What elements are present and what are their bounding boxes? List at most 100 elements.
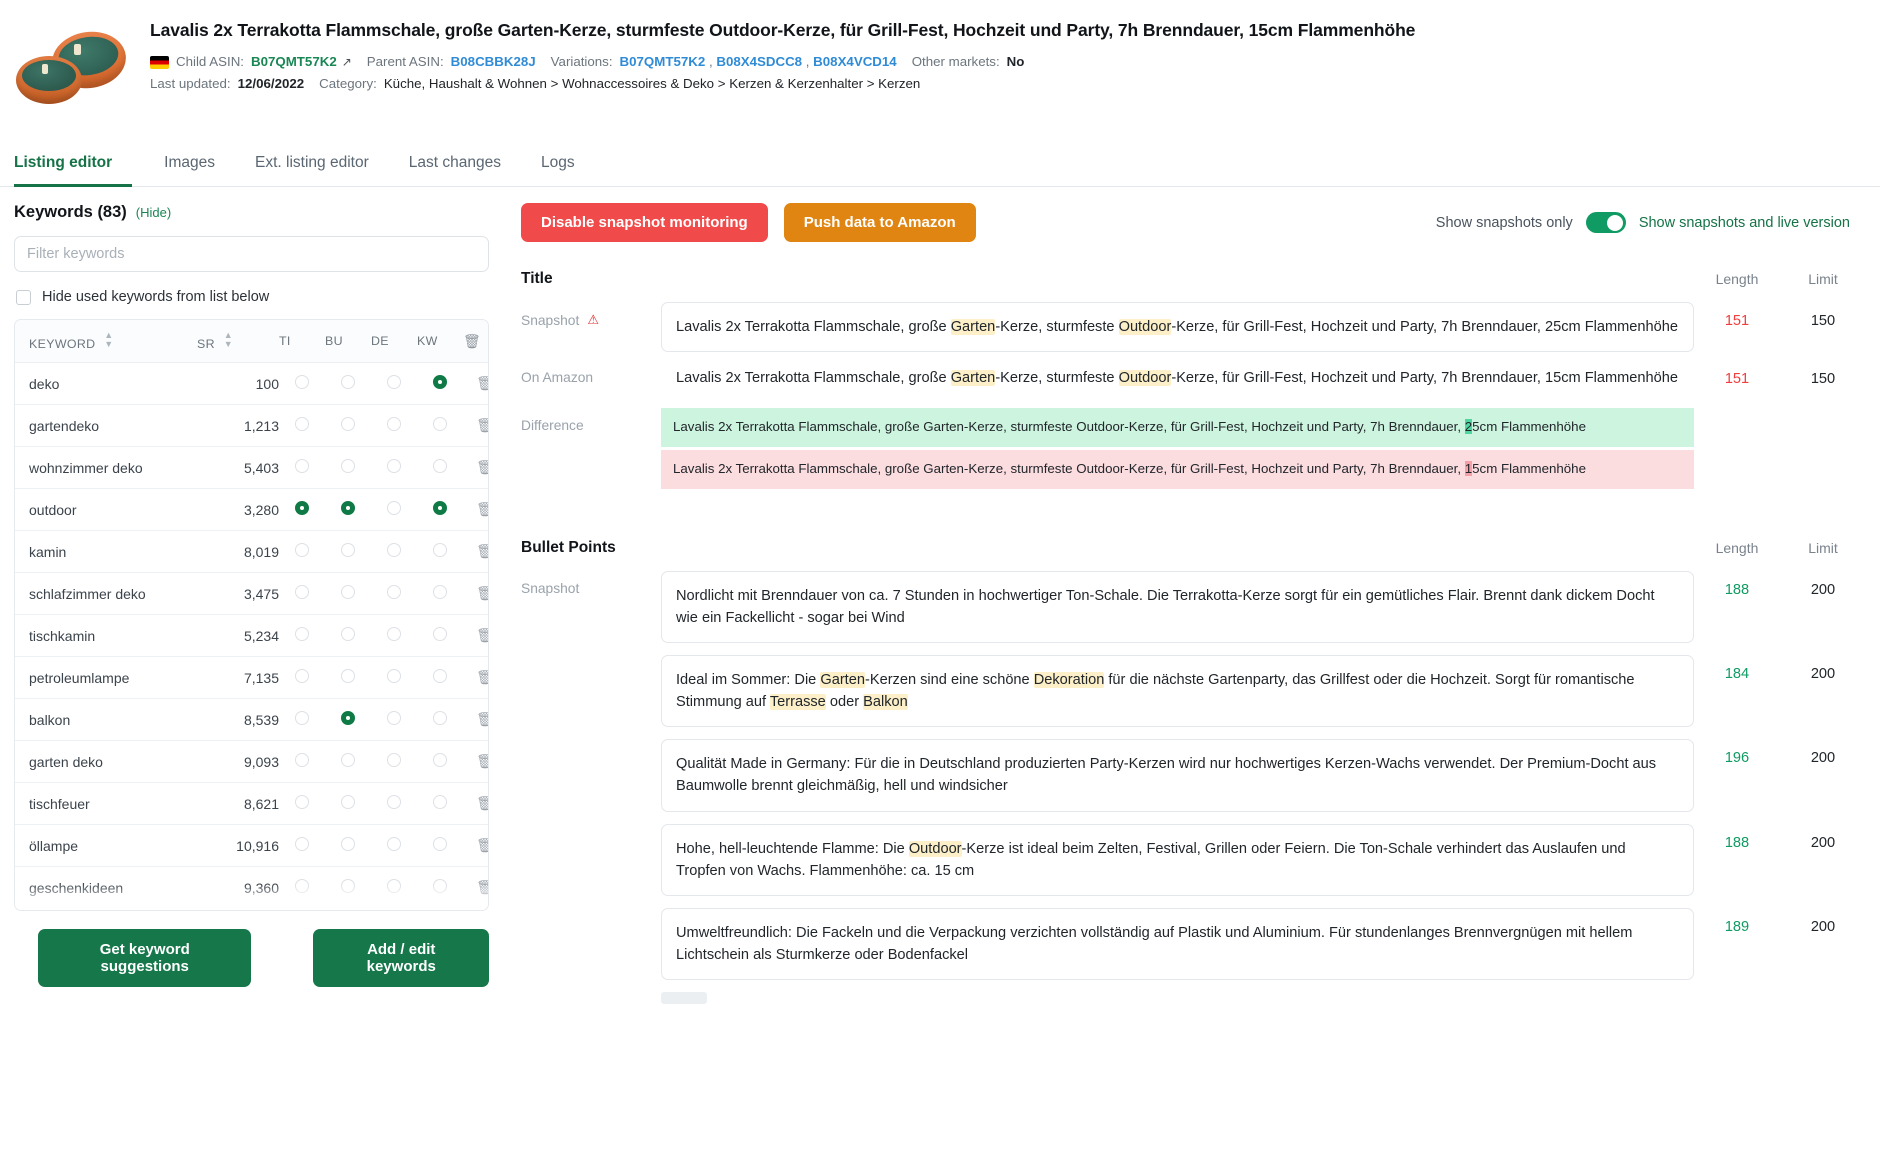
bu-toggle[interactable] bbox=[325, 572, 371, 615]
bu-toggle-radio[interactable] bbox=[341, 501, 355, 515]
trash-icon[interactable]: 🗑︎ bbox=[476, 543, 488, 559]
title-snapshot-field[interactable]: Lavalis 2x Terrakotta Flammschale, große… bbox=[661, 302, 1694, 353]
delete-keyword-button[interactable]: 🗑︎ bbox=[463, 572, 488, 615]
kw-toggle[interactable] bbox=[417, 908, 463, 910]
kw-toggle[interactable] bbox=[417, 740, 463, 783]
trash-icon[interactable]: 🗑︎ bbox=[476, 627, 488, 643]
disable-snapshot-monitoring-button[interactable]: Disable snapshot monitoring bbox=[521, 203, 768, 242]
trash-icon[interactable]: 🗑︎ bbox=[476, 375, 488, 391]
de-toggle[interactable] bbox=[371, 614, 417, 657]
kw-toggle-radio[interactable] bbox=[433, 627, 447, 641]
bullet-point-field[interactable]: Nordlicht mit Brenndauer von ca. 7 Stund… bbox=[661, 570, 1694, 643]
delete-keyword-button[interactable]: 🗑︎ bbox=[463, 530, 488, 573]
child-asin-link[interactable]: B07QMT57K2 bbox=[251, 51, 337, 74]
ti-toggle[interactable] bbox=[279, 698, 325, 741]
column-header-keyword[interactable]: KEYWORD ▲ ▼ bbox=[15, 320, 197, 363]
ti-toggle[interactable] bbox=[279, 614, 325, 657]
delete-keyword-button[interactable]: 🗑︎ bbox=[463, 698, 488, 741]
bu-toggle-radio[interactable] bbox=[341, 375, 355, 389]
filter-keywords-input[interactable] bbox=[14, 236, 489, 272]
kw-toggle-radio[interactable] bbox=[433, 669, 447, 683]
kw-toggle-radio[interactable] bbox=[433, 795, 447, 809]
ti-toggle[interactable] bbox=[279, 404, 325, 447]
column-header-sr[interactable]: SR ▲ ▼ bbox=[197, 320, 279, 363]
sort-arrows-icon[interactable]: ▲ ▼ bbox=[104, 331, 113, 349]
bu-toggle[interactable] bbox=[325, 530, 371, 573]
ti-toggle[interactable] bbox=[279, 446, 325, 489]
parent-asin-link[interactable]: B08CBBK28J bbox=[451, 51, 536, 74]
ti-toggle[interactable] bbox=[279, 866, 325, 909]
ti-toggle-radio[interactable] bbox=[295, 627, 309, 641]
trash-icon[interactable]: 🗑︎ bbox=[476, 879, 488, 895]
bu-toggle-radio[interactable] bbox=[341, 459, 355, 473]
de-toggle-radio[interactable] bbox=[387, 837, 401, 851]
de-toggle[interactable] bbox=[371, 362, 417, 405]
bu-toggle[interactable] bbox=[325, 866, 371, 909]
ti-toggle-radio[interactable] bbox=[295, 879, 309, 893]
de-toggle[interactable] bbox=[371, 824, 417, 867]
trash-icon[interactable]: 🗑︎ bbox=[476, 837, 488, 853]
bu-toggle[interactable] bbox=[325, 740, 371, 783]
kw-toggle[interactable] bbox=[417, 488, 463, 531]
bu-toggle[interactable] bbox=[325, 908, 371, 910]
ti-toggle-radio[interactable] bbox=[295, 417, 309, 431]
de-toggle[interactable] bbox=[371, 488, 417, 531]
bu-toggle[interactable] bbox=[325, 404, 371, 447]
bullet-point-field[interactable]: Qualität Made in Germany: Für die in Deu… bbox=[661, 739, 1694, 812]
ti-toggle-radio[interactable] bbox=[295, 669, 309, 683]
de-toggle-radio[interactable] bbox=[387, 711, 401, 725]
de-toggle-radio[interactable] bbox=[387, 375, 401, 389]
ti-toggle[interactable] bbox=[279, 572, 325, 615]
ti-toggle-radio[interactable] bbox=[295, 375, 309, 389]
trash-icon[interactable]: 🗑︎ bbox=[476, 711, 488, 727]
delete-keyword-button[interactable]: 🗑︎ bbox=[463, 614, 488, 657]
kw-toggle[interactable] bbox=[417, 782, 463, 825]
de-toggle[interactable] bbox=[371, 572, 417, 615]
tab-listing-editor[interactable]: Listing editor bbox=[14, 144, 133, 187]
keywords-hide-link[interactable]: (Hide) bbox=[136, 205, 171, 220]
get-keyword-suggestions-button[interactable]: Get keyword suggestions bbox=[38, 929, 252, 987]
ti-toggle-radio[interactable] bbox=[295, 711, 309, 725]
bullet-point-field[interactable]: Umweltfreundlich: Die Fackeln und die Ve… bbox=[661, 907, 1694, 981]
de-toggle-radio[interactable] bbox=[387, 543, 401, 557]
bu-toggle-radio[interactable] bbox=[341, 837, 355, 851]
de-toggle[interactable] bbox=[371, 404, 417, 447]
bu-toggle[interactable] bbox=[325, 614, 371, 657]
bu-toggle-radio[interactable] bbox=[341, 627, 355, 641]
delete-keyword-button[interactable]: 🗑︎ bbox=[463, 362, 488, 405]
kw-toggle-radio[interactable] bbox=[433, 375, 447, 389]
bu-toggle-radio[interactable] bbox=[341, 585, 355, 599]
variation-link-1[interactable]: B07QMT57K2 bbox=[620, 51, 706, 74]
kw-toggle-radio[interactable] bbox=[433, 711, 447, 725]
bu-toggle[interactable] bbox=[325, 446, 371, 489]
delete-keyword-button[interactable]: 🗑︎ bbox=[463, 488, 488, 531]
ti-toggle-radio[interactable] bbox=[295, 543, 309, 557]
delete-keyword-button[interactable]: 🗑︎ bbox=[463, 824, 488, 867]
bu-toggle[interactable] bbox=[325, 656, 371, 699]
kw-toggle[interactable] bbox=[417, 614, 463, 657]
ti-toggle[interactable] bbox=[279, 824, 325, 867]
tab-ext-listing-editor[interactable]: Ext. listing editor bbox=[235, 144, 389, 187]
kw-toggle-radio[interactable] bbox=[433, 837, 447, 851]
de-toggle[interactable] bbox=[371, 698, 417, 741]
bu-toggle-radio[interactable] bbox=[341, 879, 355, 893]
delete-keyword-button[interactable]: 🗑︎ bbox=[463, 782, 488, 825]
ti-toggle[interactable] bbox=[279, 656, 325, 699]
external-link-icon[interactable]: ↗︎ bbox=[342, 52, 352, 72]
bu-toggle-radio[interactable] bbox=[341, 711, 355, 725]
bu-toggle[interactable] bbox=[325, 824, 371, 867]
de-toggle[interactable] bbox=[371, 530, 417, 573]
kw-toggle-radio[interactable] bbox=[433, 753, 447, 767]
kw-toggle-radio[interactable] bbox=[433, 585, 447, 599]
delete-keyword-button[interactable]: 🗑︎ bbox=[463, 404, 488, 447]
bu-toggle-radio[interactable] bbox=[341, 543, 355, 557]
ti-toggle[interactable] bbox=[279, 488, 325, 531]
bu-toggle[interactable] bbox=[325, 488, 371, 531]
trash-icon[interactable]: 🗑︎ bbox=[476, 669, 488, 685]
variation-link-3[interactable]: B08X4VCD14 bbox=[813, 51, 897, 74]
kw-toggle-radio[interactable] bbox=[433, 459, 447, 473]
ti-toggle-radio[interactable] bbox=[295, 753, 309, 767]
kw-toggle[interactable] bbox=[417, 866, 463, 909]
trash-icon[interactable]: 🗑︎ bbox=[476, 585, 488, 601]
kw-toggle-radio[interactable] bbox=[433, 543, 447, 557]
